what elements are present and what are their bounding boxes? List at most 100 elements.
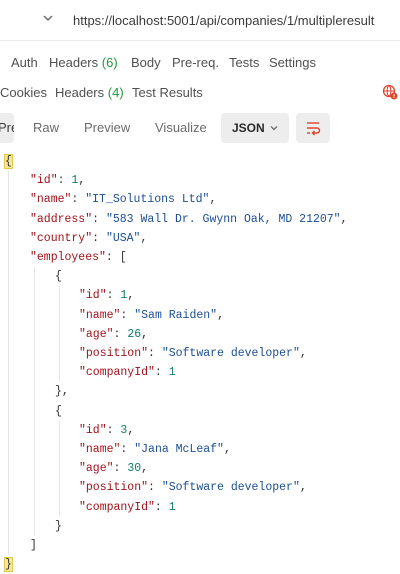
wrap-lines-button[interactable]	[296, 113, 330, 143]
json-punctuation: :	[113, 462, 128, 476]
json-punctuation: :	[120, 443, 135, 456]
json-punctuation: ,	[140, 231, 148, 245]
format-bar: Pretty Raw Preview Visualize JSON	[0, 113, 400, 143]
visualize-button[interactable]: Visualize	[155, 113, 207, 143]
json-key: "country"	[30, 231, 93, 245]
indent-guide	[59, 286, 60, 383]
json-key: "age"	[79, 462, 114, 476]
json-string: "Jana McLeaf"	[134, 443, 224, 456]
code-line: ]	[30, 536, 37, 555]
code-line: "name": "IT_Solutions Ltd",	[30, 190, 216, 209]
tab-cookies[interactable]: Cookies	[0, 85, 47, 100]
raw-button[interactable]: Raw	[33, 113, 59, 143]
json-punctuation: :	[106, 423, 121, 437]
code-line: }	[4, 555, 13, 574]
json-punctuation: }	[55, 519, 62, 533]
json-punctuation: ,	[209, 193, 217, 207]
json-string: "583 Wall Dr. Gwynn Oak, MD 21207"	[105, 212, 341, 226]
json-punctuation: ,	[141, 327, 149, 341]
code-line: }	[55, 517, 62, 536]
code-line: {	[55, 402, 62, 421]
chevron-down-icon[interactable]	[41, 11, 55, 25]
json-punctuation: ,	[223, 443, 231, 456]
globe-alert-icon[interactable]	[382, 84, 398, 100]
code-line: "position": "Software developer",	[79, 344, 307, 363]
json-number: 1	[168, 366, 176, 380]
code-line: "country": "USA",	[30, 229, 147, 248]
json-punctuation: ,	[127, 289, 135, 303]
code-line: {	[55, 267, 62, 286]
json-key: "name"	[30, 193, 72, 207]
tab-auth[interactable]: Auth	[11, 55, 38, 70]
indent-guide	[34, 267, 35, 536]
tab-pre-request[interactable]: Pre-req.	[172, 55, 219, 70]
json-number: 1	[168, 500, 176, 514]
json-key: "companyId"	[79, 500, 155, 514]
tab-test-results[interactable]: Test Results	[132, 85, 203, 100]
json-punctuation: ,	[340, 212, 348, 226]
code-line: "employees": [	[30, 248, 127, 267]
json-punctuation: ,	[217, 308, 224, 322]
json-key: "address"	[30, 212, 93, 226]
json-key: "employees"	[30, 251, 106, 264]
json-punctuation: :	[120, 308, 135, 322]
json-number: 26	[127, 327, 142, 341]
tab-response-headers[interactable]: Headers (4)	[55, 85, 124, 100]
json-punctuation: ,	[141, 462, 149, 476]
json-punctuation: :	[57, 174, 72, 188]
headers-count: (6)	[101, 55, 118, 70]
json-punctuation: ]	[30, 539, 37, 552]
tab-body[interactable]: Body	[131, 55, 161, 70]
json-key: "id"	[79, 423, 107, 437]
json-punctuation: {	[55, 404, 62, 418]
code-line: "name": "Sam Raiden",	[79, 306, 224, 325]
language-select[interactable]: JSON	[221, 113, 289, 143]
json-key: "age"	[79, 327, 114, 341]
json-punctuation: :	[106, 289, 121, 303]
json-punctuation: :	[154, 500, 169, 514]
json-string: "Software developer"	[161, 481, 300, 495]
json-key: "name"	[79, 443, 121, 456]
url-text[interactable]: https://localhost:5001/api/companies/1/m…	[73, 13, 374, 28]
tab-headers-label: Headers	[49, 55, 99, 70]
matched-brace: {	[4, 154, 13, 169]
json-punctuation: :	[71, 193, 86, 207]
json-string: "IT_Solutions Ltd"	[85, 193, 210, 207]
code-line: "id": 1,	[79, 286, 134, 305]
wrap-lines-icon	[307, 122, 321, 136]
url-bar[interactable]: https://localhost:5001/api/companies/1/m…	[0, 0, 400, 40]
json-punctuation: ,	[299, 481, 307, 495]
code-line: "id": 1,	[30, 171, 85, 190]
code-line: },	[55, 382, 69, 401]
code-line: "name": "Jana McLeaf",	[79, 440, 231, 459]
json-punctuation: :	[92, 231, 106, 245]
json-punctuation: ,	[78, 174, 86, 188]
code-line: "id": 3,	[79, 421, 134, 440]
json-punctuation: :	[92, 212, 106, 226]
code-line: "age": 26,	[79, 325, 148, 344]
json-punctuation: ,	[299, 347, 307, 360]
json-response-body[interactable]: {"id": 1, "name": "IT_Solutions Ltd", "add…	[0, 150, 400, 573]
response-headers-count: (4)	[107, 85, 124, 100]
pretty-button[interactable]: Pretty	[0, 113, 14, 143]
tab-headers[interactable]: Headers (6)	[49, 55, 118, 70]
json-punctuation: :	[154, 366, 169, 380]
matched-brace: }	[4, 557, 13, 573]
json-key: "companyId"	[79, 366, 155, 380]
json-punctuation: :	[113, 327, 128, 341]
json-punctuation: },	[55, 385, 69, 399]
json-key: "id"	[30, 174, 58, 188]
json-punctuation: : [	[105, 251, 127, 264]
json-punctuation: :	[148, 481, 162, 495]
json-string: "USA"	[105, 231, 141, 245]
tab-tests[interactable]: Tests	[229, 55, 259, 70]
indent-guide	[59, 420, 60, 517]
code-line: "age": 30,	[79, 459, 148, 478]
tab-response-headers-label: Headers	[55, 85, 105, 100]
tab-settings[interactable]: Settings	[269, 55, 316, 70]
json-punctuation: {	[55, 270, 62, 284]
json-punctuation: ,	[127, 423, 135, 437]
preview-button[interactable]: Preview	[84, 113, 130, 143]
language-select-value: JSON	[232, 121, 265, 135]
indent-guide	[8, 171, 9, 556]
